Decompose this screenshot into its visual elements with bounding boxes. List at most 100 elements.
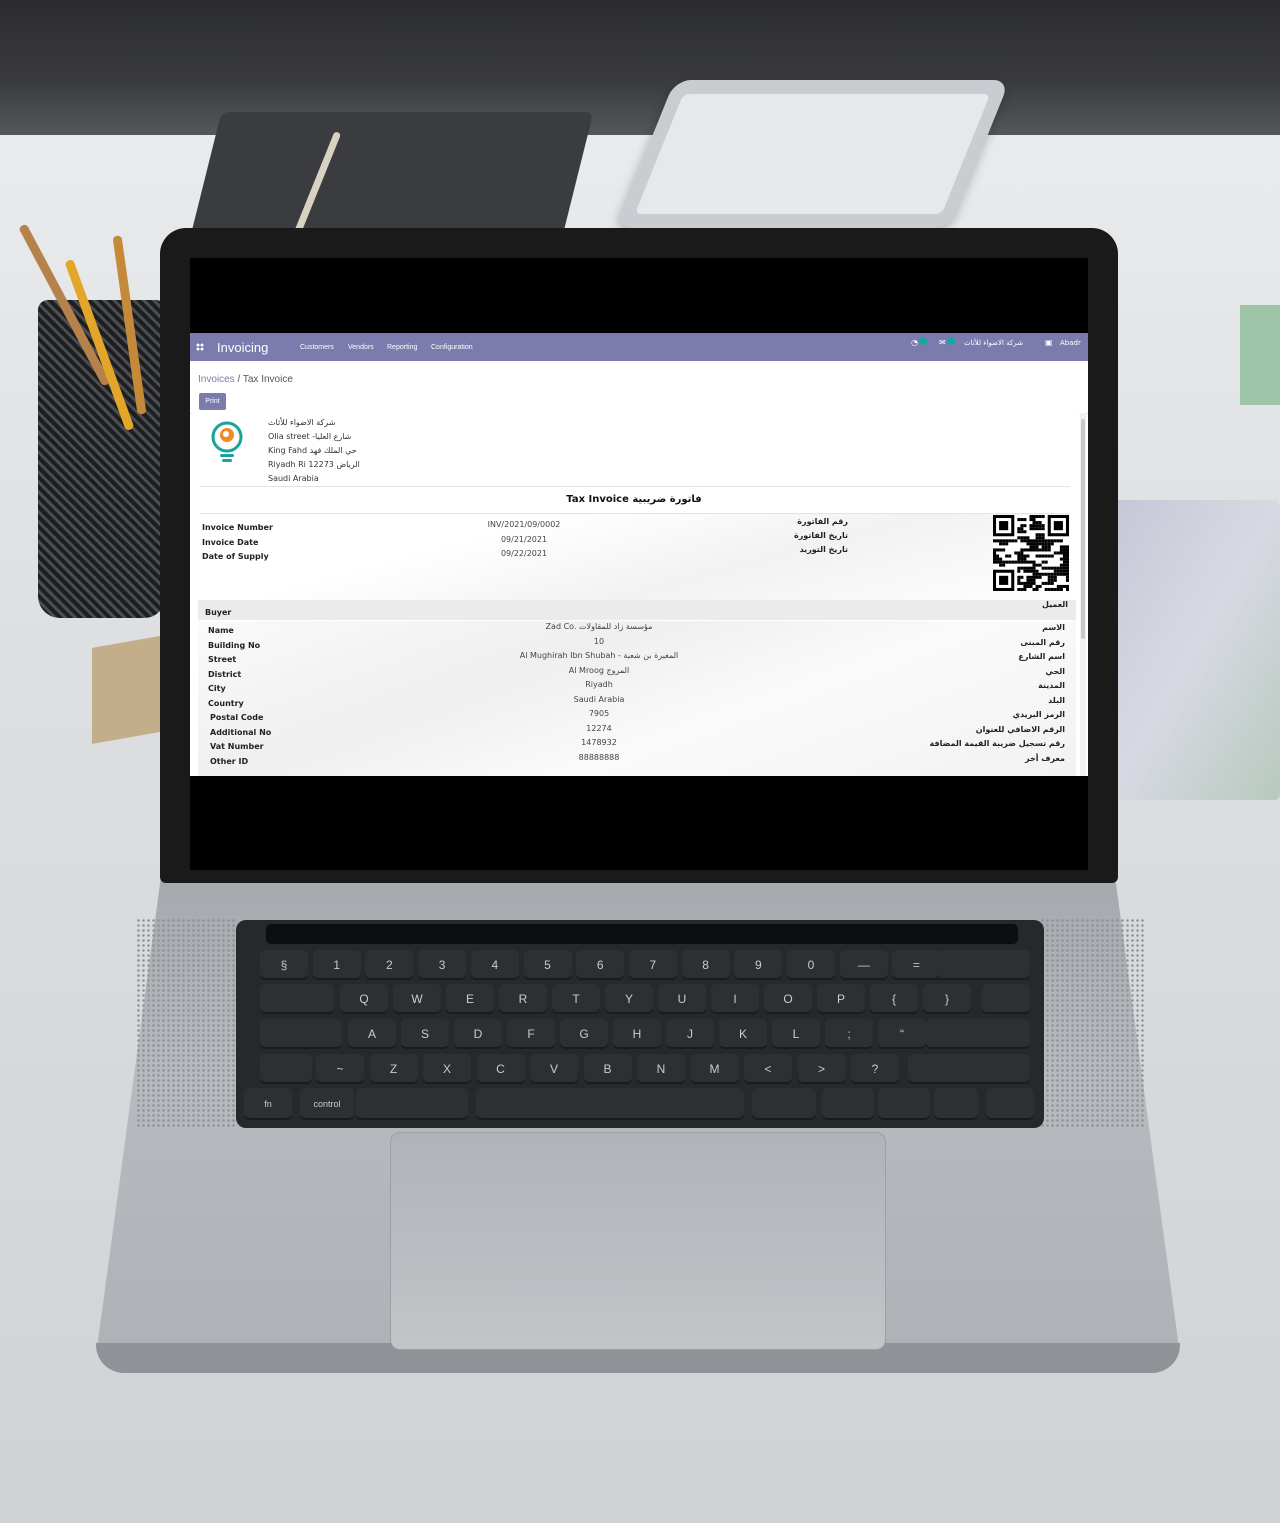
keyboard-key[interactable]: 1 [312, 950, 361, 980]
keyboard-key[interactable]: T [552, 984, 600, 1014]
keyboard-key[interactable] [982, 984, 1030, 1014]
breadcrumb-invoices-link[interactable]: Invoices [198, 374, 235, 385]
buyer-field-label-ar: رقم المبنى [1020, 637, 1065, 647]
buyer-field-label-ar: الاسم [1042, 623, 1065, 632]
top-navbar: Invoicing Customers Vendors Reporting Co… [190, 333, 1088, 361]
keyboard-key[interactable]: O [764, 984, 812, 1014]
keyboard-key[interactable]: ; [825, 1019, 873, 1049]
keyboard-key[interactable]: 0 [787, 950, 835, 980]
control-key[interactable]: control [300, 1088, 354, 1120]
keyboard-key[interactable]: § [260, 950, 308, 980]
scrollbar-thumb[interactable] [1081, 419, 1085, 639]
menu-vendors[interactable]: Vendors [348, 344, 374, 351]
buyer-field-label-ar: رقم تسجيل ضريبة القيمة المضافة [929, 739, 1065, 748]
apps-icon[interactable] [196, 343, 204, 351]
keyboard-key[interactable]: N [637, 1054, 685, 1084]
keyboard-key[interactable] [260, 1019, 342, 1049]
keyboard: §1234567890—=QWERTYUIOP{}ASDFGHJKL;“|~ZX… [236, 920, 1044, 1128]
keyboard-key[interactable]: 9 [734, 950, 783, 980]
keyboard-key[interactable] [934, 1088, 978, 1120]
keyboard-key[interactable]: P [817, 984, 865, 1014]
buyer-field-label: Other ID [210, 756, 249, 766]
keyboard-key[interactable]: — [839, 950, 888, 980]
activity-icon[interactable]: ◔ [911, 338, 918, 347]
chat-icon[interactable]: ✉ [939, 338, 946, 347]
keyboard-key[interactable]: C [476, 1054, 525, 1084]
keyboard-key[interactable] [822, 1088, 874, 1120]
menu-reporting[interactable]: Reporting [387, 344, 417, 351]
keyboard-key[interactable]: I [711, 984, 759, 1014]
keyboard-key[interactable]: E [446, 984, 494, 1014]
menu-configuration[interactable]: Configuration [431, 344, 473, 351]
keyboard-key[interactable]: Y [605, 984, 653, 1014]
color-swatches [1110, 500, 1280, 800]
touch-bar[interactable] [266, 924, 1018, 944]
app-title[interactable]: Invoicing [217, 340, 268, 355]
keyboard-key[interactable]: U [658, 984, 706, 1014]
keyboard-key[interactable] [926, 1019, 1030, 1049]
keyboard-key[interactable]: W [393, 984, 441, 1014]
keyboard-key[interactable]: 8 [681, 950, 730, 980]
keyboard-key[interactable]: X [423, 1054, 471, 1084]
keyboard-key[interactable]: V [530, 1054, 578, 1084]
keyboard-key[interactable]: Z [369, 1054, 418, 1084]
keyboard-key[interactable]: S [401, 1019, 449, 1049]
fn-key[interactable]: fn [244, 1088, 292, 1120]
keyboard-key[interactable]: Q [340, 984, 388, 1014]
supply-date-label-ar: تاريخ التوريد [799, 545, 848, 554]
keyboard-key[interactable] [260, 1054, 312, 1084]
keyboard-key[interactable]: M [690, 1054, 739, 1084]
keyboard-key[interactable]: > [797, 1054, 846, 1084]
trackpad[interactable] [390, 1132, 886, 1350]
keyboard-key[interactable]: B [583, 1054, 632, 1084]
keyboard-key[interactable]: 7 [628, 950, 677, 980]
keyboard-key[interactable]: A [348, 1019, 396, 1049]
keyboard-key[interactable]: F [507, 1019, 555, 1049]
keyboard-key[interactable] [986, 1088, 1034, 1120]
buyer-field-value: 1478932 [581, 738, 617, 747]
print-button[interactable]: Print [199, 393, 226, 410]
buyer-field-label-ar: الرمز البريدي [1012, 710, 1065, 719]
keyboard-key[interactable]: 4 [470, 950, 519, 980]
keyboard-key[interactable] [752, 1088, 816, 1120]
keyboard-key[interactable] [878, 1088, 930, 1120]
keyboard-key[interactable]: J [666, 1019, 714, 1049]
keyboard-key[interactable]: K [719, 1019, 767, 1049]
keyboard-key[interactable] [936, 950, 1030, 980]
invoice-number-value: INV/2021/09/0002 [487, 520, 561, 529]
keyboard-key[interactable]: L [772, 1019, 820, 1049]
keyboard-key[interactable] [908, 1054, 1030, 1084]
option-command-key[interactable] [356, 1088, 468, 1120]
keyboard-key[interactable]: “ [878, 1019, 926, 1049]
buyer-field-label: Country [208, 698, 244, 708]
breadcrumb-current: Tax Invoice [242, 374, 293, 385]
keyboard-key[interactable]: } [923, 984, 971, 1014]
buyer-field-label: District [208, 669, 242, 679]
keyboard-key[interactable] [476, 1088, 744, 1120]
menu-customers[interactable]: Customers [300, 344, 334, 351]
user-menu[interactable]: Abadr [1060, 339, 1081, 347]
company-switcher[interactable]: شركة الاضواء للأثاث [964, 339, 1023, 347]
keyboard-key[interactable]: R [499, 984, 547, 1014]
keyboard-key[interactable]: 2 [365, 950, 414, 980]
keyboard-key[interactable]: H [613, 1019, 661, 1049]
keyboard-key[interactable] [260, 984, 334, 1014]
keyboard-key[interactable]: 3 [418, 950, 467, 980]
company-logo-icon [211, 421, 243, 462]
keyboard-key[interactable]: ? [851, 1054, 899, 1084]
messages-count-badge [947, 337, 955, 345]
invoice-number-label-ar: رقم الفاتورة [797, 517, 848, 526]
keyboard-key[interactable]: = [892, 950, 941, 980]
company-country: Saudi Arabia [268, 474, 319, 483]
keyboard-key[interactable]: ~ [316, 1054, 364, 1084]
keyboard-key[interactable]: D [454, 1019, 502, 1049]
keyboard-key[interactable]: 5 [523, 950, 572, 980]
keyboard-key[interactable]: 6 [576, 950, 625, 980]
keyboard-key[interactable]: < [744, 1054, 792, 1084]
buyer-field-label: City [208, 684, 226, 693]
buyer-heading-ar: العميل [1041, 600, 1068, 609]
app-screen: Invoicing Customers Vendors Reporting Co… [190, 333, 1088, 776]
keyboard-key[interactable]: { [870, 984, 918, 1014]
tablet-screen [634, 94, 991, 214]
keyboard-key[interactable]: G [560, 1019, 608, 1049]
